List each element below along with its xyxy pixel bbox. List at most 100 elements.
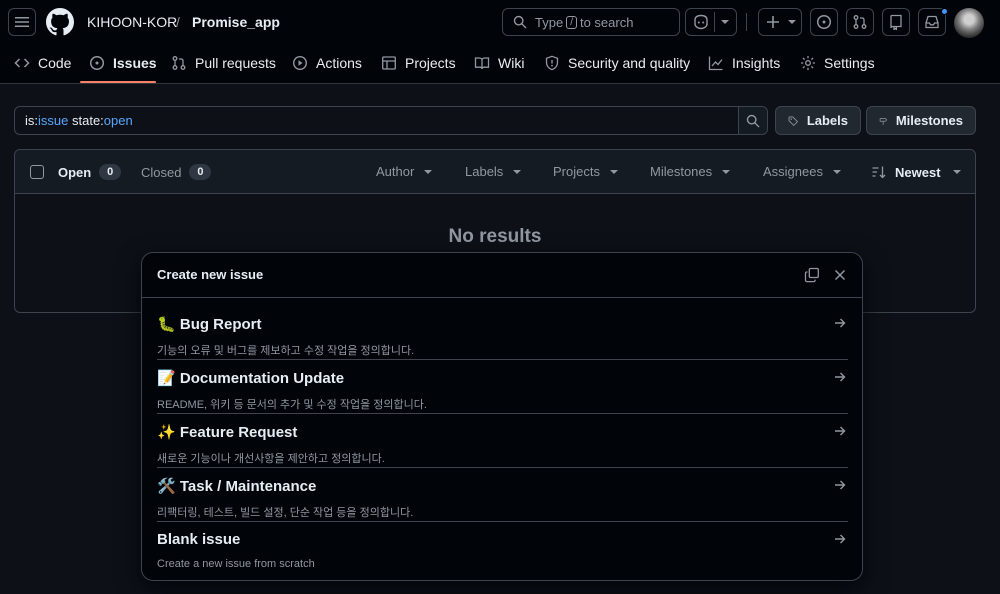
sort-desc-icon xyxy=(872,166,886,179)
template-feature-request[interactable]: ✨ Feature Request 새로운 기능이나 개선사항을 제안하고 정의… xyxy=(157,413,848,467)
chevron-down-icon xyxy=(788,20,796,24)
template-title: 🛠️ Task / Maintenance xyxy=(157,477,316,495)
copilot-icon xyxy=(694,14,708,30)
nav-security-label: Security and quality xyxy=(568,55,691,71)
template-name: Blank issue xyxy=(157,531,241,548)
table-icon xyxy=(382,56,396,70)
search-icon xyxy=(746,114,760,127)
closed-issues-tab[interactable]: Closed 0 xyxy=(141,164,212,180)
caret-down-icon xyxy=(424,169,433,174)
template-description: 기능의 오류 및 버그를 제보하고 수정 작업을 정의합니다. xyxy=(157,345,415,357)
chevron-down-icon xyxy=(721,20,729,24)
pull-request-icon xyxy=(853,15,867,29)
global-search-input[interactable]: Type / to search xyxy=(502,8,680,36)
close-icon xyxy=(834,269,846,281)
nav-pull-requests-label: Pull requests xyxy=(195,55,276,71)
template-description: 새로운 기능이나 개선사항을 제안하고 정의합니다. xyxy=(157,453,385,465)
nav-wiki-label: Wiki xyxy=(498,55,525,71)
repositories-shortcut-button[interactable] xyxy=(882,8,910,36)
nav-settings-label: Settings xyxy=(824,55,875,71)
notification-indicator xyxy=(941,8,948,15)
filter-key-is: is: xyxy=(25,113,38,128)
closed-count-badge: 0 xyxy=(189,164,212,180)
user-avatar[interactable] xyxy=(954,8,984,38)
template-name: Feature Request xyxy=(179,424,298,441)
arrow-right-icon xyxy=(835,534,846,544)
milestone-icon xyxy=(879,117,888,125)
sort-dropdown[interactable]: Newest xyxy=(871,164,961,180)
issue-search-button[interactable] xyxy=(738,107,767,134)
search-suffix-text: to search xyxy=(579,14,634,30)
labels-filter-label: Labels xyxy=(465,164,504,179)
header-divider xyxy=(746,13,747,31)
nav-projects[interactable]: Projects xyxy=(381,44,456,82)
github-logo-icon[interactable] xyxy=(46,8,74,36)
template-description: README, 위키 등 문서의 추가 및 수정 작업을 정의합니다. xyxy=(157,399,427,411)
create-issue-dialog: Create new issue 🐛 Bug Report 기능의 오류 및 버… xyxy=(141,252,863,581)
issue-search-input[interactable]: is: issue state: open xyxy=(15,107,738,134)
nav-code[interactable]: Code xyxy=(14,44,71,82)
create-new-button[interactable] xyxy=(758,8,802,36)
pull-requests-shortcut-button[interactable] xyxy=(846,8,874,36)
search-icon xyxy=(513,15,527,29)
milestones-button[interactable]: Milestones xyxy=(866,106,976,135)
milestones-filter-dropdown[interactable]: Milestones xyxy=(650,164,731,179)
template-title: 📝 Documentation Update xyxy=(157,369,344,387)
template-title: ✨ Feature Request xyxy=(157,423,297,441)
template-bug-report[interactable]: 🐛 Bug Report 기능의 오류 및 버그를 제보하고 수정 작업을 정의… xyxy=(157,305,848,359)
labels-button[interactable]: Labels xyxy=(775,106,861,135)
projects-filter-label: Projects xyxy=(553,164,600,179)
select-all-checkbox[interactable] xyxy=(30,165,44,179)
arrow-right-icon xyxy=(835,318,846,328)
repo-owner-link[interactable]: KIHOON-KOR xyxy=(87,14,177,30)
author-filter-label: Author xyxy=(376,164,415,179)
template-task-maintenance[interactable]: 🛠️ Task / Maintenance 리팩터링, 테스트, 빌드 설정, … xyxy=(157,467,848,521)
menu-button[interactable] xyxy=(8,8,36,36)
author-filter-dropdown[interactable]: Author xyxy=(376,164,433,179)
active-tab-underline xyxy=(80,81,156,83)
filter-key-state: state: xyxy=(71,113,104,128)
repo-name-link[interactable]: Promise_app xyxy=(192,14,280,30)
assignees-filter-dropdown[interactable]: Assignees xyxy=(763,164,841,179)
nav-pull-requests[interactable]: Pull requests xyxy=(171,44,276,82)
nav-projects-label: Projects xyxy=(405,55,456,71)
assignees-filter-label: Assignees xyxy=(763,164,823,179)
copilot-button[interactable] xyxy=(685,8,737,36)
issue-opened-icon xyxy=(89,55,105,71)
sparkles-emoji-icon: ✨ xyxy=(157,424,176,441)
search-shortcut-key: / xyxy=(566,15,577,29)
tag-icon xyxy=(788,116,799,126)
nav-issues[interactable]: Issues xyxy=(89,44,157,82)
graph-icon xyxy=(708,56,723,71)
arrow-right-icon xyxy=(835,480,846,490)
milestones-filter-label: Milestones xyxy=(650,164,713,179)
closed-tab-label: Closed xyxy=(141,164,182,180)
nav-wiki[interactable]: Wiki xyxy=(474,44,524,82)
repo-nav: Code Issues Pull requests Actions Projec… xyxy=(0,44,1000,84)
code-icon xyxy=(14,58,30,68)
issues-shortcut-button[interactable] xyxy=(810,8,838,36)
caret-down-icon xyxy=(952,170,961,174)
nav-insights[interactable]: Insights xyxy=(708,44,780,82)
nav-insights-label: Insights xyxy=(732,55,781,71)
nav-actions[interactable]: Actions xyxy=(292,44,362,82)
play-icon xyxy=(292,55,308,71)
arrow-right-icon xyxy=(835,426,846,436)
tools-emoji-icon: 🛠️ xyxy=(157,478,176,495)
nav-settings[interactable]: Settings xyxy=(800,44,875,82)
template-description: 리팩터링, 테스트, 빌드 설정, 단순 작업 등을 정의합니다. xyxy=(157,507,414,519)
close-dialog-button[interactable] xyxy=(831,266,849,284)
projects-filter-dropdown[interactable]: Projects xyxy=(553,164,618,179)
template-blank-issue[interactable]: Blank issue Create a new issue from scra… xyxy=(157,521,848,575)
filter-value-issue: issue xyxy=(38,113,69,128)
bug-emoji-icon: 🐛 xyxy=(157,316,176,333)
plus-icon xyxy=(767,16,779,28)
template-description: Create a new issue from scratch xyxy=(157,558,315,570)
pull-request-icon xyxy=(172,56,186,70)
copy-link-button[interactable] xyxy=(803,266,821,284)
nav-security[interactable]: Security and quality xyxy=(544,44,690,82)
sort-label: Newest xyxy=(895,164,941,180)
labels-filter-dropdown[interactable]: Labels xyxy=(465,164,522,179)
open-issues-tab[interactable]: Open 0 xyxy=(58,164,122,180)
template-documentation-update[interactable]: 📝 Documentation Update README, 위키 등 문서의 … xyxy=(157,359,848,413)
